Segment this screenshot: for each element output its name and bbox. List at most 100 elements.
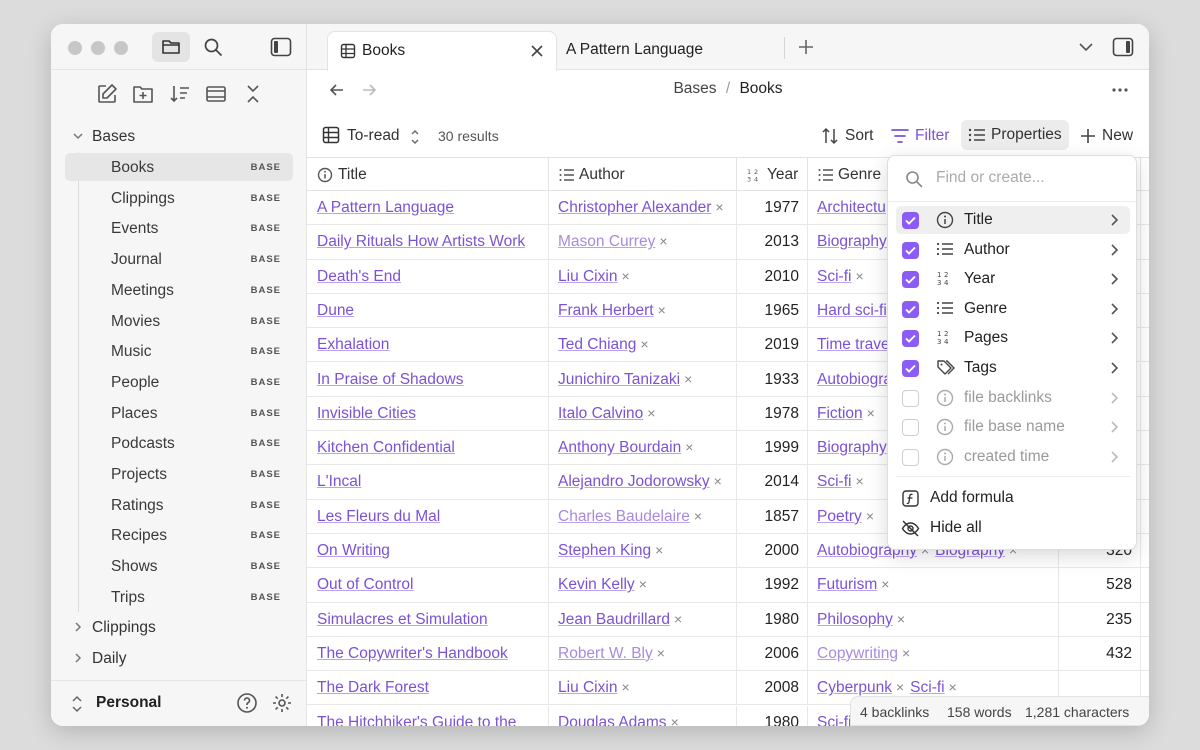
genre-tag[interactable]: Poetry: [817, 508, 862, 525]
cell-author[interactable]: Christopher Alexander ×: [549, 191, 737, 225]
cell-title[interactable]: L'Incal: [307, 465, 549, 500]
title-link[interactable]: Simulacres et Simulation: [317, 611, 488, 629]
checkbox[interactable]: [902, 360, 919, 377]
remove-icon[interactable]: ×: [621, 268, 629, 284]
cell-title[interactable]: Invisible Cities: [307, 396, 549, 431]
cell-title[interactable]: The Hitchhiker's Guide to the: [307, 705, 549, 726]
cell-author[interactable]: Frank Herbert ×: [549, 293, 737, 328]
checkbox[interactable]: [902, 389, 919, 407]
vault-name[interactable]: Personal: [96, 694, 161, 712]
right-sidebar-toggle-icon[interactable]: [1112, 37, 1134, 57]
cell-year[interactable]: 1980: [737, 705, 808, 726]
cell-year[interactable]: 2019: [737, 328, 808, 363]
sidebar-item-9[interactable]: Podcasts BASE: [65, 429, 293, 457]
cell-title[interactable]: A Pattern Language: [307, 191, 549, 225]
folder-clippings[interactable]: Clippings: [51, 613, 307, 641]
remove-icon[interactable]: ×: [658, 302, 666, 318]
sidebar-item-13[interactable]: Shows BASE: [65, 552, 293, 580]
remove-icon[interactable]: ×: [674, 611, 682, 627]
cell-title[interactable]: Daily Rituals How Artists Work: [307, 225, 549, 260]
property-item-file-backlinks[interactable]: file backlinks: [896, 384, 1130, 412]
sidebar-item-12[interactable]: Recipes BASE: [65, 521, 293, 549]
new-tab-plus-icon[interactable]: [797, 38, 815, 56]
sidebar-item-4[interactable]: Meetings BASE: [65, 276, 293, 304]
author-link[interactable]: Italo Calvino: [558, 405, 643, 422]
remove-icon[interactable]: ×: [657, 645, 665, 661]
cell-year[interactable]: 1999: [737, 431, 808, 466]
cell-author[interactable]: Liu Cixin ×: [549, 259, 737, 294]
cell-author[interactable]: Liu Cixin ×: [549, 671, 737, 706]
genre-tag[interactable]: Sci-fi: [910, 679, 944, 696]
author-link[interactable]: Douglas Adams: [558, 714, 667, 727]
folder-bases[interactable]: Bases: [51, 122, 307, 150]
cell-genre[interactable]: Copywriting ×: [808, 636, 1059, 671]
tab-books[interactable]: Books: [327, 31, 557, 71]
property-item-tags[interactable]: Tags: [896, 354, 1130, 382]
sidebar-item-5[interactable]: Movies BASE: [65, 307, 293, 335]
title-link[interactable]: The Dark Forest: [317, 679, 429, 697]
sidebar-item-10[interactable]: Projects BASE: [65, 460, 293, 488]
remove-icon[interactable]: ×: [897, 611, 905, 627]
window-minimize-button[interactable]: [91, 41, 105, 55]
title-link[interactable]: L'Incal: [317, 473, 361, 491]
cell-year[interactable]: 1977: [737, 191, 808, 225]
sidebar-item-7[interactable]: People BASE: [65, 368, 293, 396]
author-link[interactable]: Alejandro Jodorowsky: [558, 473, 710, 490]
checkbox[interactable]: [902, 241, 919, 259]
checkbox[interactable]: [902, 300, 919, 318]
help-icon[interactable]: [236, 692, 258, 714]
cell-author[interactable]: Italo Calvino ×: [549, 396, 737, 431]
cell-pages[interactable]: 528: [1059, 568, 1141, 603]
remove-icon[interactable]: ×: [647, 405, 655, 421]
cell-title[interactable]: Death's End: [307, 259, 549, 294]
cell-year[interactable]: 1857: [737, 499, 808, 534]
cell-year[interactable]: 2014: [737, 465, 808, 500]
chevron-right-icon[interactable]: [1110, 272, 1120, 286]
updown-chevron-icon[interactable]: [410, 129, 420, 145]
breadcrumb-parent[interactable]: Bases: [673, 80, 716, 97]
add-formula-button[interactable]: Add formula: [896, 484, 1130, 512]
chevron-right-icon[interactable]: [1110, 243, 1120, 257]
genre-tag[interactable]: Autobiogra: [817, 371, 892, 388]
files-view-button[interactable]: [152, 32, 190, 62]
property-search[interactable]: Find or create...: [888, 156, 1138, 202]
author-link[interactable]: Junichiro Tanizaki: [558, 371, 680, 388]
collapse-view-icon[interactable]: [205, 83, 227, 105]
chevron-down-icon[interactable]: [1078, 41, 1094, 53]
checkbox[interactable]: [902, 448, 919, 466]
view-selector[interactable]: To-read: [347, 127, 400, 145]
filter-button[interactable]: Filter: [915, 127, 949, 145]
remove-icon[interactable]: ×: [896, 679, 904, 695]
checkbox[interactable]: [902, 271, 919, 289]
property-item-pages[interactable]: 1 2 3 4 Pages: [896, 324, 1130, 352]
remove-icon[interactable]: ×: [714, 473, 722, 489]
chevron-right-icon[interactable]: [1110, 391, 1120, 405]
genre-tag[interactable]: Hard sci-fi: [817, 302, 887, 319]
settings-gear-icon[interactable]: [271, 692, 293, 714]
chevron-right-icon[interactable]: [1110, 213, 1120, 227]
window-close-button[interactable]: [68, 41, 82, 55]
genre-tag[interactable]: Philosophy: [817, 611, 893, 628]
sidebar-item-8[interactable]: Places BASE: [65, 399, 293, 427]
genre-tag[interactable]: Cyberpunk: [817, 679, 892, 696]
chevron-right-icon[interactable]: [1110, 450, 1120, 464]
remove-icon[interactable]: ×: [867, 405, 875, 421]
author-link[interactable]: Jean Baudrillard: [558, 611, 670, 628]
cell-pages[interactable]: 235: [1059, 602, 1141, 637]
folder-daily[interactable]: Daily: [51, 644, 307, 672]
genre-tag[interactable]: Sci-fi: [817, 473, 851, 490]
remove-icon[interactable]: ×: [621, 679, 629, 695]
author-link[interactable]: Kevin Kelly: [558, 576, 635, 593]
column-header-year[interactable]: 1234 Year: [737, 158, 808, 192]
title-link[interactable]: On Writing: [317, 542, 390, 560]
author-link[interactable]: Ted Chiang: [558, 336, 636, 353]
property-item-author[interactable]: Author: [896, 236, 1130, 264]
title-link[interactable]: Les Fleurs du Mal: [317, 508, 440, 526]
sort-button[interactable]: Sort: [845, 127, 873, 145]
author-link[interactable]: Frank Herbert: [558, 302, 654, 319]
title-link[interactable]: A Pattern Language: [317, 199, 454, 217]
sidebar-item-2[interactable]: Events BASE: [65, 214, 293, 242]
cell-title[interactable]: In Praise of Shadows: [307, 362, 549, 397]
title-link[interactable]: Invisible Cities: [317, 405, 416, 423]
sidebar-item-11[interactable]: Ratings BASE: [65, 491, 293, 519]
